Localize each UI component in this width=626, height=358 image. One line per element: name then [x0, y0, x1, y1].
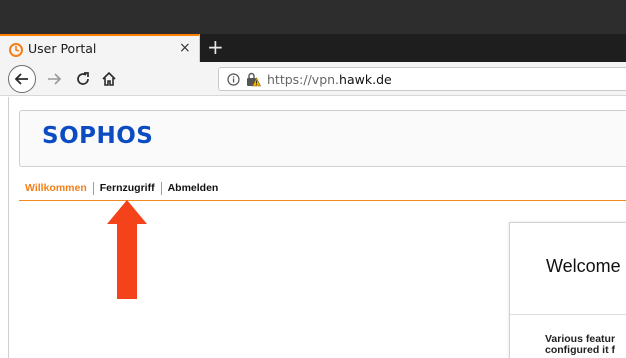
page-content: SOPHOS Willkommen Fernzugriff Abmelden Wel… — [8, 97, 626, 358]
tab-user-portal[interactable]: User Portal × — [0, 34, 200, 62]
welcome-body: Various featur configured it f — [545, 334, 626, 356]
url-text: https://vpn.hawk.de — [267, 72, 392, 87]
new-tab-button[interactable]: + — [207, 36, 224, 58]
insecure-lock-icon[interactable] — [245, 72, 261, 87]
window-titlebar — [0, 0, 626, 34]
home-button[interactable] — [97, 67, 121, 91]
portal-menu: Willkommen Fernzugriff Abmelden — [25, 182, 218, 198]
url-prefix: https://vpn. — [267, 72, 340, 87]
sophos-logo: SOPHOS — [42, 123, 154, 149]
menu-item-willkommen[interactable]: Willkommen — [25, 182, 87, 194]
menu-item-fernzugriff[interactable]: Fernzugriff — [100, 182, 155, 194]
welcome-panel: Welcome Various featur configured it f — [509, 222, 626, 358]
forward-button[interactable] — [42, 67, 66, 91]
welcome-body-line: configured it f — [545, 344, 615, 356]
red-arrow-up-icon — [107, 200, 147, 299]
info-icon[interactable] — [227, 73, 240, 86]
back-button[interactable] — [8, 65, 36, 93]
arrow-right-icon — [48, 73, 62, 85]
tab-strip: User Portal × + — [0, 34, 626, 62]
menu-item-abmelden[interactable]: Abmelden — [168, 182, 219, 194]
reload-icon — [77, 72, 89, 85]
welcome-title: Welcome — [546, 256, 621, 276]
navigation-toolbar: https://vpn.hawk.de — [0, 62, 626, 96]
menu-separator — [92, 182, 94, 195]
portal-header: SOPHOS — [19, 110, 626, 167]
sophos-favicon-icon — [9, 43, 23, 57]
address-bar[interactable]: https://vpn.hawk.de — [218, 67, 626, 91]
tab-title: User Portal — [28, 41, 97, 56]
home-icon — [102, 71, 116, 86]
url-domain: hawk.de — [339, 72, 392, 87]
menu-separator — [160, 182, 162, 195]
arrow-left-icon — [14, 73, 28, 85]
reload-button[interactable] — [71, 67, 95, 91]
welcome-divider — [510, 314, 626, 315]
tab-close-icon[interactable]: × — [179, 40, 191, 56]
